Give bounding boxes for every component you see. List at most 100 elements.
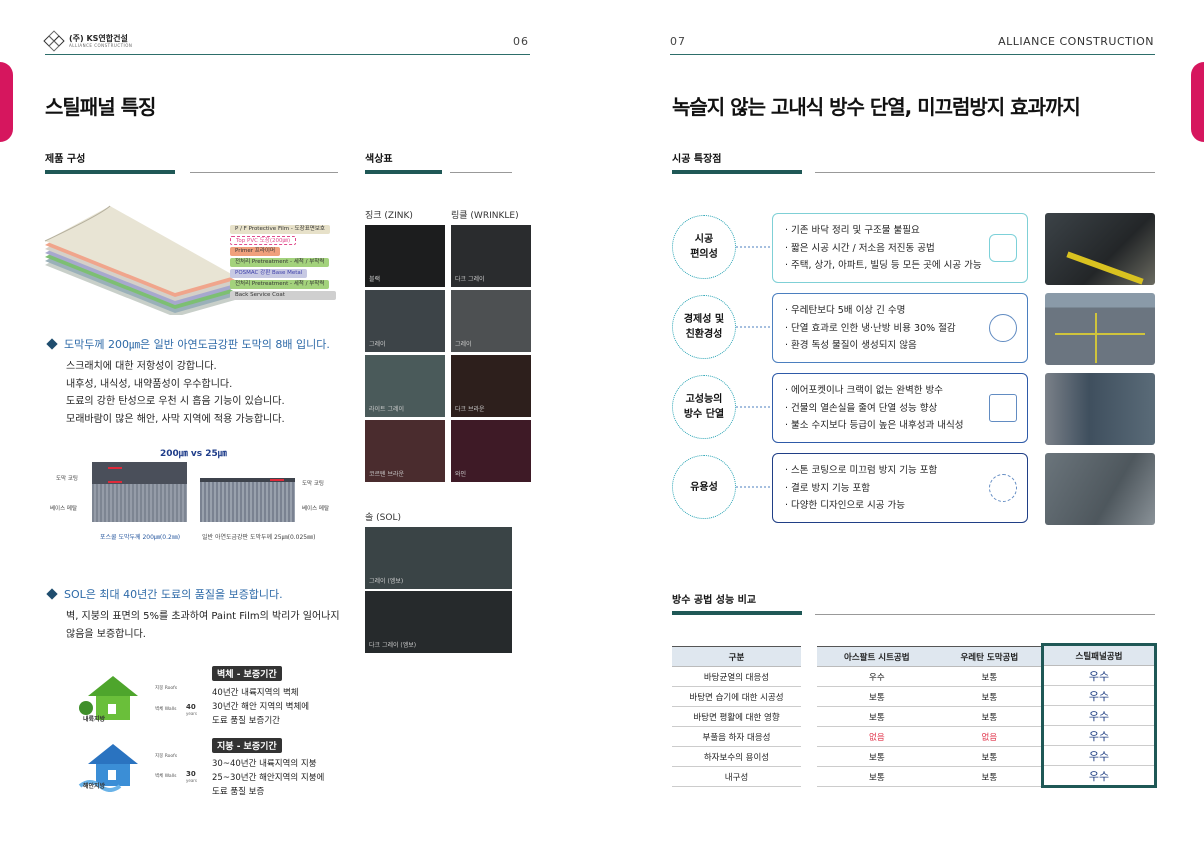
coast-label: 해안지방	[83, 783, 106, 790]
table-cell: 보통	[817, 686, 937, 707]
construction-photo	[1045, 213, 1155, 285]
feature-box: · 우레탄보다 5배 이상 긴 수명 · 단열 효과로 인한 냉·난방 비용 3…	[772, 293, 1028, 363]
section-thinline	[450, 172, 512, 173]
table-cell: 없음	[817, 726, 937, 747]
section-thinline	[815, 172, 1155, 173]
layer-label: 전처리 Pretreatment - 세척 / 부착력	[230, 258, 330, 267]
left-base-label: 베이스 메탈	[50, 506, 78, 512]
table-cell: 보통	[936, 766, 1042, 787]
warranty-line: 25~30년간 해안지역의 지붕에	[212, 773, 325, 783]
table-cell: 우수	[1043, 685, 1155, 706]
table-cell: 우수	[1043, 665, 1155, 686]
feature-line: · 결로 방지 기능 포함	[785, 482, 871, 494]
bullet-2-text: SOL은 최대 40년간 도료의 품질을 보증합니다.	[64, 588, 283, 601]
roof-small-label: 지붕 Roofs	[155, 686, 178, 691]
thickness-compare-title: 200㎛ vs 25㎛	[160, 449, 227, 459]
paragraph-2: 벽, 지붕의 표면의 5%를 초과하여 Paint Film의 박리가 일어나지…	[66, 608, 340, 643]
color-section-title: 색상표	[365, 154, 393, 165]
years-40: 40	[186, 703, 196, 711]
feature-line: · 짧은 시공 시간 / 저소음 저진동 공법	[785, 242, 935, 254]
feature-circle: 유용성	[672, 455, 736, 519]
coat-mark	[108, 467, 122, 469]
table-header: 우레탄 도막공법	[936, 646, 1042, 667]
layer-label: Back Service Coat	[230, 291, 336, 300]
left-coat-label: 도막 코팅	[56, 476, 78, 482]
feature-line: · 스톤 코팅으로 미끄럼 방지 기능 포함	[785, 465, 938, 476]
page-number-left: 06	[513, 35, 529, 48]
feature-section-title: 시공 특장점	[672, 154, 722, 165]
table-cell: 우수	[817, 666, 937, 687]
warranty-line: 30~40년간 내륙지역의 지붕	[212, 759, 317, 769]
diamond-bullet-icon	[46, 588, 58, 600]
right-base-label: 베이스 메탈	[302, 506, 330, 512]
roof-small-label-2: 지붕 Roofs	[155, 754, 178, 759]
table-cell: 우수	[1043, 765, 1155, 786]
logo-mark-icon	[43, 30, 65, 52]
table-header: 스틸패널공법	[1043, 645, 1155, 666]
color-swatch[interactable]: 그레이	[365, 290, 445, 352]
wall-small-label-2: 벽체 Walls	[155, 774, 177, 779]
feature-box: · 에어포켓이나 크랙이 없는 완벽한 방수 · 건물의 열손실을 줄여 단열 …	[772, 373, 1028, 443]
swatch-label: 그레이	[455, 341, 472, 348]
swatch-label: 코르텐 브라운	[369, 471, 405, 478]
sol-swatch[interactable]: 그레이 (엠보)	[365, 527, 512, 589]
color-swatch[interactable]: 와인	[451, 420, 531, 482]
table-cell: 우수	[1043, 745, 1155, 766]
gear-hand-icon	[989, 474, 1017, 502]
feature-name: 경제성 및 친환경성	[683, 314, 725, 340]
table-cell: 보통	[936, 746, 1042, 767]
building-wall-photo	[1045, 373, 1155, 445]
table-cell: 부풀음 하자 대응성	[672, 726, 801, 747]
feature-line: · 기존 바닥 정리 및 구조물 불필요	[785, 225, 920, 236]
wall-warranty-text: 40년간 내륙지역의 벽체 30년간 해안 지역의 벽체에 도료 품질 보증기간	[212, 686, 309, 728]
tools-icon	[989, 234, 1017, 262]
layer-label: 전처리 Pretreatment - 세척 / 부착력	[230, 280, 330, 289]
section-thinline	[190, 172, 338, 173]
brand-name: ALLIANCE CONSTRUCTION	[998, 35, 1154, 48]
table-cell: 보통	[936, 686, 1042, 707]
feature-box: · 스톤 코팅으로 미끄럼 방지 기능 포함 · 결로 방지 기능 포함 · 다…	[772, 453, 1028, 523]
feature-line: · 단열 효과로 인한 냉·난방 비용 30% 절감	[785, 322, 956, 334]
feature-circle: 고성능의 방수 단열	[672, 375, 736, 439]
years-30: 30	[186, 770, 196, 778]
paragraph-line: 모래바람이 많은 해안, 사막 지역에 적용 가능합니다.	[66, 413, 285, 425]
table-cell: 우수	[1043, 725, 1155, 746]
page-tab-right	[1191, 62, 1204, 142]
logo-name: (주) KS연합건설	[69, 34, 128, 43]
panel-wall-photo	[1045, 453, 1155, 525]
layer-label: Top PVC 도장(200㎛)	[230, 236, 297, 245]
swatch-label: 블랙	[369, 276, 381, 283]
color-swatch[interactable]: 블랙	[365, 225, 445, 287]
color-swatch[interactable]: 다크 그레이	[451, 225, 531, 287]
right-caption: 일반 아연도금강판 도막두께 25㎛(0.025㎜)	[202, 534, 316, 541]
table-cell: 보통	[936, 666, 1042, 687]
section-underline	[672, 611, 802, 615]
table-header: 구분	[672, 646, 801, 667]
color-swatch[interactable]: 다크 브라운	[451, 355, 531, 417]
rooftop-photo	[1045, 293, 1155, 365]
swatch-label: 다크 그레이 (엠보)	[369, 642, 417, 649]
table-cell: 없음	[936, 726, 1042, 747]
comparison-table-values: 아스팔트 시트공법 우레탄 도막공법 우수 보통 보통 보통 보통 보통 없음 없음 보통…	[817, 646, 1042, 787]
table-cell: 보통	[817, 746, 937, 767]
posco-thickness-photo	[92, 462, 187, 522]
left-caption: 포스쿨 도막두께 200㎛(0.2㎜)	[100, 534, 181, 541]
color-swatch[interactable]: 라이트 그레이	[365, 355, 445, 417]
feature-line: · 에어포켓이나 크랙이 없는 완벽한 방수	[785, 385, 943, 396]
sol-swatch[interactable]: 다크 그레이 (엠보)	[365, 591, 512, 653]
years-unit-2: years	[186, 778, 198, 783]
color-swatch[interactable]: 코르텐 브라운	[365, 420, 445, 482]
warranty-line: 도료 품질 보증기간	[212, 716, 280, 726]
inland-label: 내륙지방	[83, 716, 106, 723]
feature-line: · 불소 수지보다 등급이 높은 내후성과 내식성	[785, 420, 964, 431]
zink-label: 징크 (ZINK)	[365, 211, 413, 221]
swatch-label: 그레이	[369, 341, 386, 348]
feature-circle: 경제성 및 친환경성	[672, 295, 736, 359]
color-swatch[interactable]: 그레이	[451, 290, 531, 352]
page-tab-left	[0, 62, 13, 142]
money-icon	[989, 314, 1017, 342]
table-cell: 우수	[1043, 705, 1155, 726]
roof-warranty-text: 30~40년간 내륙지역의 지붕 25~30년간 해안지역의 지붕에 도료 품질…	[212, 757, 324, 799]
feature-line: · 우레탄보다 5배 이상 긴 수명	[785, 305, 906, 316]
warranty-line: 도료 품질 보증	[212, 787, 265, 797]
